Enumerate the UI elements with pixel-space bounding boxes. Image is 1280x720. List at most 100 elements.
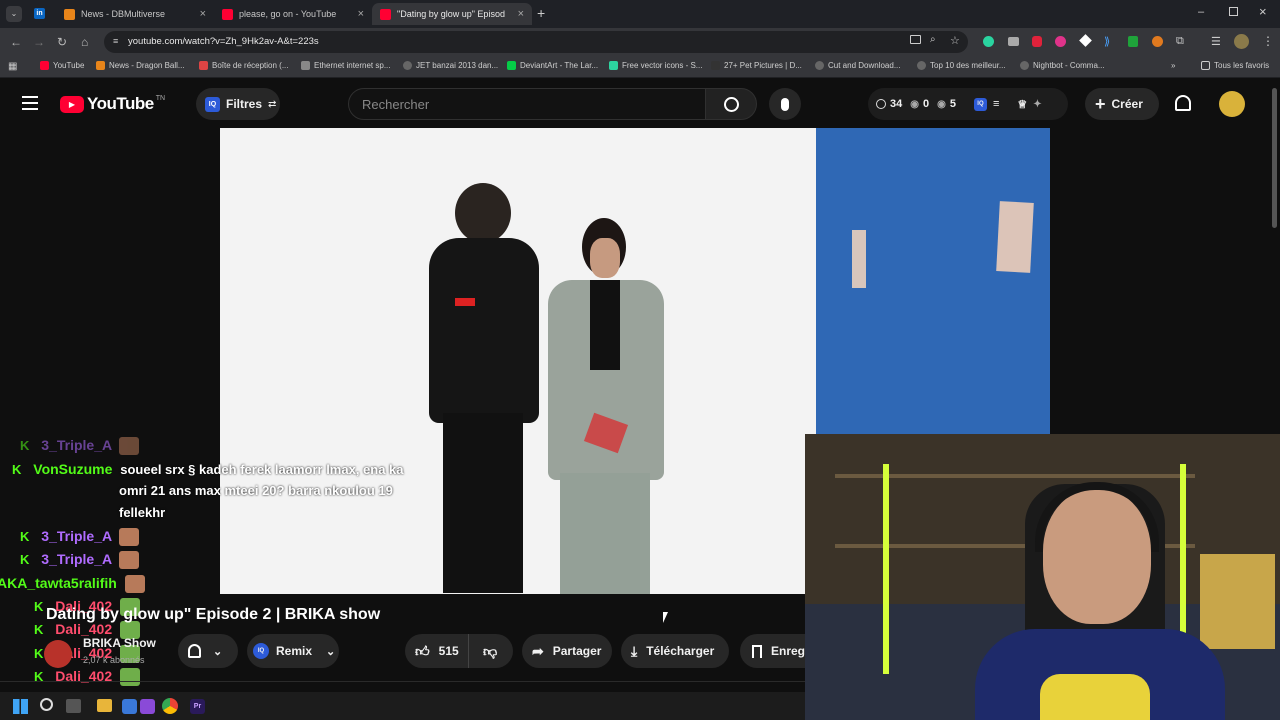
bookmark-cut-download[interactable]: Cut and Download... [815,61,901,70]
kick-badge-icon: K [20,438,30,453]
extension-orange-icon[interactable] [1152,36,1163,47]
kick-badge-icon: K [20,552,30,567]
extension-green2-icon[interactable] [1128,36,1138,47]
app-icon[interactable] [122,699,137,714]
extension-red-icon[interactable] [1032,36,1042,47]
bookmark-icon [752,644,762,658]
more-bookmarks-chevron-icon[interactable]: » [1171,61,1175,70]
bookmark-dragonball[interactable]: News - Dragon Ball... [96,61,185,70]
search-input[interactable]: Rechercher [348,88,706,120]
extensions-puzzle-icon[interactable]: ⧉ [1176,35,1184,48]
led-strip [1180,464,1186,654]
bookmark-inbox[interactable]: Boîte de réception (... [199,61,289,70]
bookmark-free-vector[interactable]: Free vector icons - S... [609,61,702,70]
extension-stats-bar[interactable]: 34 ◉ 0 ◉ 5 IQ ≡ ♕ ✦ [868,88,1068,120]
back-arrow-icon[interactable]: ← [10,35,22,49]
mail-icon [199,61,208,70]
chat-message-continuation: omri 21 ans max mteei 20? barra nkoulou … [119,483,393,498]
filters-button[interactable]: IQ Filtres ⇄ [196,88,280,120]
forward-arrow-icon[interactable]: → [33,35,45,49]
bookmark-star-icon[interactable]: ☆ [950,34,960,47]
reload-icon[interactable]: ↻ [57,35,67,49]
page-scrollbar[interactable] [1272,88,1277,228]
notifications-bell-icon[interactable] [1175,95,1191,111]
folder-icon [1201,61,1210,70]
browser-menu-icon[interactable]: ⋮ [1262,34,1274,48]
linkedin-pinned-tab[interactable]: in [34,8,45,19]
bookmark-pet-pictures[interactable]: 27+ Pet Pictures | D... [711,61,802,70]
youtube-logo[interactable]: ▶ YouTube TN [60,94,165,114]
tab-please-go-on[interactable]: please, go on - YouTube × [214,3,372,25]
search-button[interactable] [705,88,757,120]
bell-icon [188,644,201,658]
bookmark-youtube[interactable]: YouTube [40,61,84,70]
extension-pink-icon[interactable] [1055,36,1066,47]
bookmarks-bar: ▦ YouTube News - Dragon Ball... Boîte de… [0,56,1280,78]
share-button[interactable]: ➦ Partager [522,634,612,668]
home-icon[interactable]: ⌂ [81,35,88,49]
windows-start-icon[interactable] [13,699,28,714]
bookmark-ethernet[interactable]: Ethernet internet sp... [301,61,391,70]
filter-sliders-icon: ⇄ [268,98,277,110]
chevron-down-icon: ⌄ [213,645,223,658]
close-window-button[interactable]: × [1259,4,1267,19]
video-player[interactable] [220,128,816,594]
channel-avatar[interactable] [44,640,72,668]
site-info-icon[interactable]: ≡ [113,36,118,46]
extension-blue-icon[interactable]: ⟫ [1104,35,1110,48]
all-bookmarks-folder[interactable]: Tous les favoris [1201,61,1269,70]
like-button[interactable]: 👍︎ 515 [405,634,469,668]
dislike-button[interactable]: 👎︎ [469,643,497,660]
bookmark-nightbot[interactable]: Nightbot - Comma... [1020,61,1105,70]
profile-avatar-icon[interactable] [1234,34,1249,49]
address-bar[interactable]: ≡ youtube.com/watch?v=Zh_9Hk2av-A&t=223s… [104,31,968,53]
close-tab-icon[interactable]: × [200,8,206,20]
chrome-icon[interactable] [162,698,178,714]
zoom-icon[interactable]: ⌕ [930,34,936,45]
premiere-pro-icon[interactable]: Pr [190,699,205,714]
close-tab-icon[interactable]: × [518,8,524,20]
man-in-grey-suit [540,218,670,594]
blue-curtain-background [816,128,1050,434]
close-tab-icon[interactable]: × [358,8,364,20]
tab-list-dropdown[interactable]: ⌄ [6,6,22,22]
minimize-button[interactable]: – [1198,6,1204,18]
globe-icon [815,61,824,70]
download-button[interactable]: ⤓ Télécharger [621,634,729,668]
extension-diamond-icon[interactable] [1079,34,1092,47]
chat-message-continuation: fellekhr [119,505,166,520]
reading-list-icon[interactable]: ☰ [1211,35,1221,48]
voice-search-button[interactable] [769,88,801,120]
tab-dating-by-glow-up[interactable]: "Dating by glow up" Episod × [372,3,532,25]
remix-button[interactable]: IQ Remix ⌄ [247,634,339,668]
app-icon[interactable] [140,699,155,714]
emote-icon [119,437,140,456]
bookmark-deviantart[interactable]: DeviantArt - The Lar... [507,61,598,70]
hamburger-menu-icon[interactable] [22,96,38,110]
bookmark-top-10[interactable]: Top 10 des meilleur... [917,61,1006,70]
save-button[interactable]: Enreg [740,634,805,668]
search-icon[interactable] [40,698,53,711]
streamer-webcam [805,434,1280,720]
apps-grid-icon[interactable]: ▦ [8,61,17,72]
subscription-bell-button[interactable]: ⌄ [178,634,238,668]
account-avatar[interactable] [1219,91,1245,117]
extension-green-icon[interactable] [983,36,994,47]
extension-camera-icon[interactable] [1008,37,1019,46]
man-in-black-hoodie [425,183,545,593]
led-strip [883,464,889,674]
maximize-button[interactable] [1229,7,1238,16]
task-view-icon[interactable] [66,699,81,713]
emote-icon [120,668,140,687]
deviantart-icon [507,61,516,70]
create-button[interactable]: + Créer [1085,88,1159,120]
file-explorer-icon[interactable] [97,699,112,712]
tab-dbmultiverse[interactable]: News - DBMultiverse × [56,3,214,25]
new-tab-button[interactable]: + [537,5,545,21]
emote-icon [119,551,140,570]
cast-icon[interactable] [910,35,921,44]
chat-message: K 3_Triple_A [20,551,140,570]
wall-photo [852,230,866,288]
bookmark-jet-banzai[interactable]: JET banzai 2013 dan... [403,61,498,70]
channel-name[interactable]: BRIKA Show [83,636,156,650]
